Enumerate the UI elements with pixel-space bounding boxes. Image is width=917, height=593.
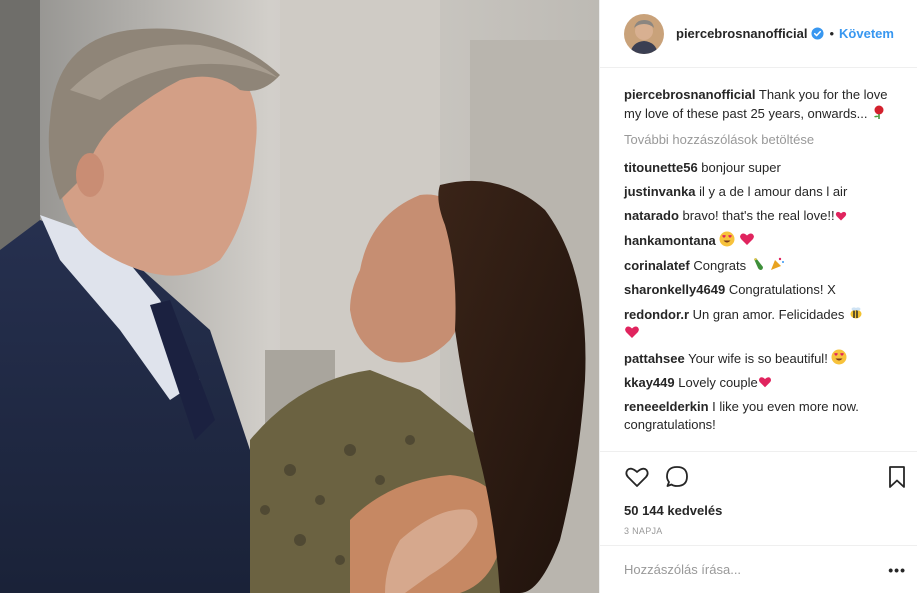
comment-text: il y a de l amour dans l air bbox=[699, 184, 848, 199]
party-popper-emoji bbox=[771, 257, 785, 270]
red-heart-emoji bbox=[740, 233, 754, 245]
red-heart-emoji bbox=[835, 211, 846, 221]
comment-username[interactable]: kkay449 bbox=[624, 375, 675, 390]
comment-username[interactable]: pattahsee bbox=[624, 351, 685, 366]
follow-button[interactable]: Követem bbox=[839, 26, 894, 41]
comment-text: bravo! that's the real love!! bbox=[682, 208, 835, 223]
comment-item: titounette56 bonjour super bbox=[624, 159, 901, 177]
comments-list: piercebrosnanofficial Thank you for the … bbox=[600, 68, 917, 450]
couple-photo-image bbox=[0, 0, 599, 593]
comment-item: hankamontana bbox=[624, 231, 901, 250]
comment-text: Congrats bbox=[693, 258, 747, 273]
add-comment-bar: ••• bbox=[600, 545, 917, 593]
post-photo[interactable] bbox=[0, 0, 599, 593]
post-caption: piercebrosnanofficial Thank you for the … bbox=[624, 86, 901, 123]
post-header: piercebrosnanofficial • Követem bbox=[600, 0, 917, 68]
speech-bubble-icon[interactable] bbox=[664, 464, 690, 490]
header-username[interactable]: piercebrosnanofficial bbox=[676, 26, 807, 41]
comment-username[interactable]: natarado bbox=[624, 208, 679, 223]
comment-username[interactable]: titounette56 bbox=[624, 160, 698, 175]
bee-emoji bbox=[850, 307, 862, 319]
bookmark-icon[interactable] bbox=[884, 464, 910, 490]
verified-badge-icon bbox=[811, 27, 825, 40]
rose-emoji bbox=[874, 105, 884, 119]
comment-item: reneeelderkin I like you even more now. … bbox=[624, 398, 901, 434]
bottle-emoji bbox=[753, 258, 763, 270]
comment-item: justinvanka il y a de l amour dans l air bbox=[624, 183, 901, 201]
comment-text: Lovely couple bbox=[678, 375, 758, 390]
post-side-panel: piercebrosnanofficial • Követem piercebr… bbox=[599, 0, 917, 593]
comment-item: corinalatef Congrats bbox=[624, 256, 901, 275]
heart-eyes-emoji bbox=[719, 231, 735, 247]
comment-text: Congratulations! X bbox=[728, 282, 836, 297]
comment-item: sharonkelly4649 Congratulations! X bbox=[624, 281, 901, 299]
heart-eyes-emoji bbox=[831, 349, 847, 365]
comment-text: bonjour super bbox=[701, 160, 781, 175]
more-options-button[interactable]: ••• bbox=[888, 562, 906, 578]
header-separator: • bbox=[829, 26, 835, 41]
red-heart-emoji bbox=[758, 377, 771, 388]
comment-input[interactable] bbox=[624, 562, 864, 577]
likes-count[interactable]: 50 144 kedvelés bbox=[624, 503, 902, 518]
comment-username[interactable]: sharonkelly4649 bbox=[624, 282, 725, 297]
comment-username[interactable]: justinvanka bbox=[624, 184, 696, 199]
post-age[interactable]: 3 NAPJA bbox=[624, 526, 902, 536]
action-icons bbox=[624, 463, 902, 491]
red-heart-emoji bbox=[625, 326, 639, 338]
load-more-comments-link[interactable]: További hozzászólások betöltése bbox=[624, 131, 901, 149]
comment-username[interactable]: corinalatef bbox=[624, 258, 690, 273]
comment-item: redondor.r Un gran amor. Felicidades bbox=[624, 305, 901, 343]
comment-item: pattahsee Your wife is so beautiful! bbox=[624, 349, 901, 368]
comment-text: Your wife is so beautiful! bbox=[688, 351, 828, 366]
avatar[interactable] bbox=[624, 13, 664, 54]
comment-item: kkay449 Lovely couple bbox=[624, 374, 901, 392]
post-actions: 50 144 kedvelés 3 NAPJA bbox=[600, 451, 917, 536]
comment-item: natarado bravo! that's the real love!! bbox=[624, 207, 901, 225]
comment-username[interactable]: hankamontana bbox=[624, 233, 716, 248]
comment-username[interactable]: redondor.r bbox=[624, 307, 689, 322]
avatar-image bbox=[624, 13, 664, 54]
heart-outline-icon[interactable] bbox=[624, 464, 650, 490]
caption-username[interactable]: piercebrosnanofficial bbox=[624, 87, 755, 102]
comment-username[interactable]: reneeelderkin bbox=[624, 399, 709, 414]
comment-text: Un gran amor. Felicidades bbox=[692, 307, 845, 322]
